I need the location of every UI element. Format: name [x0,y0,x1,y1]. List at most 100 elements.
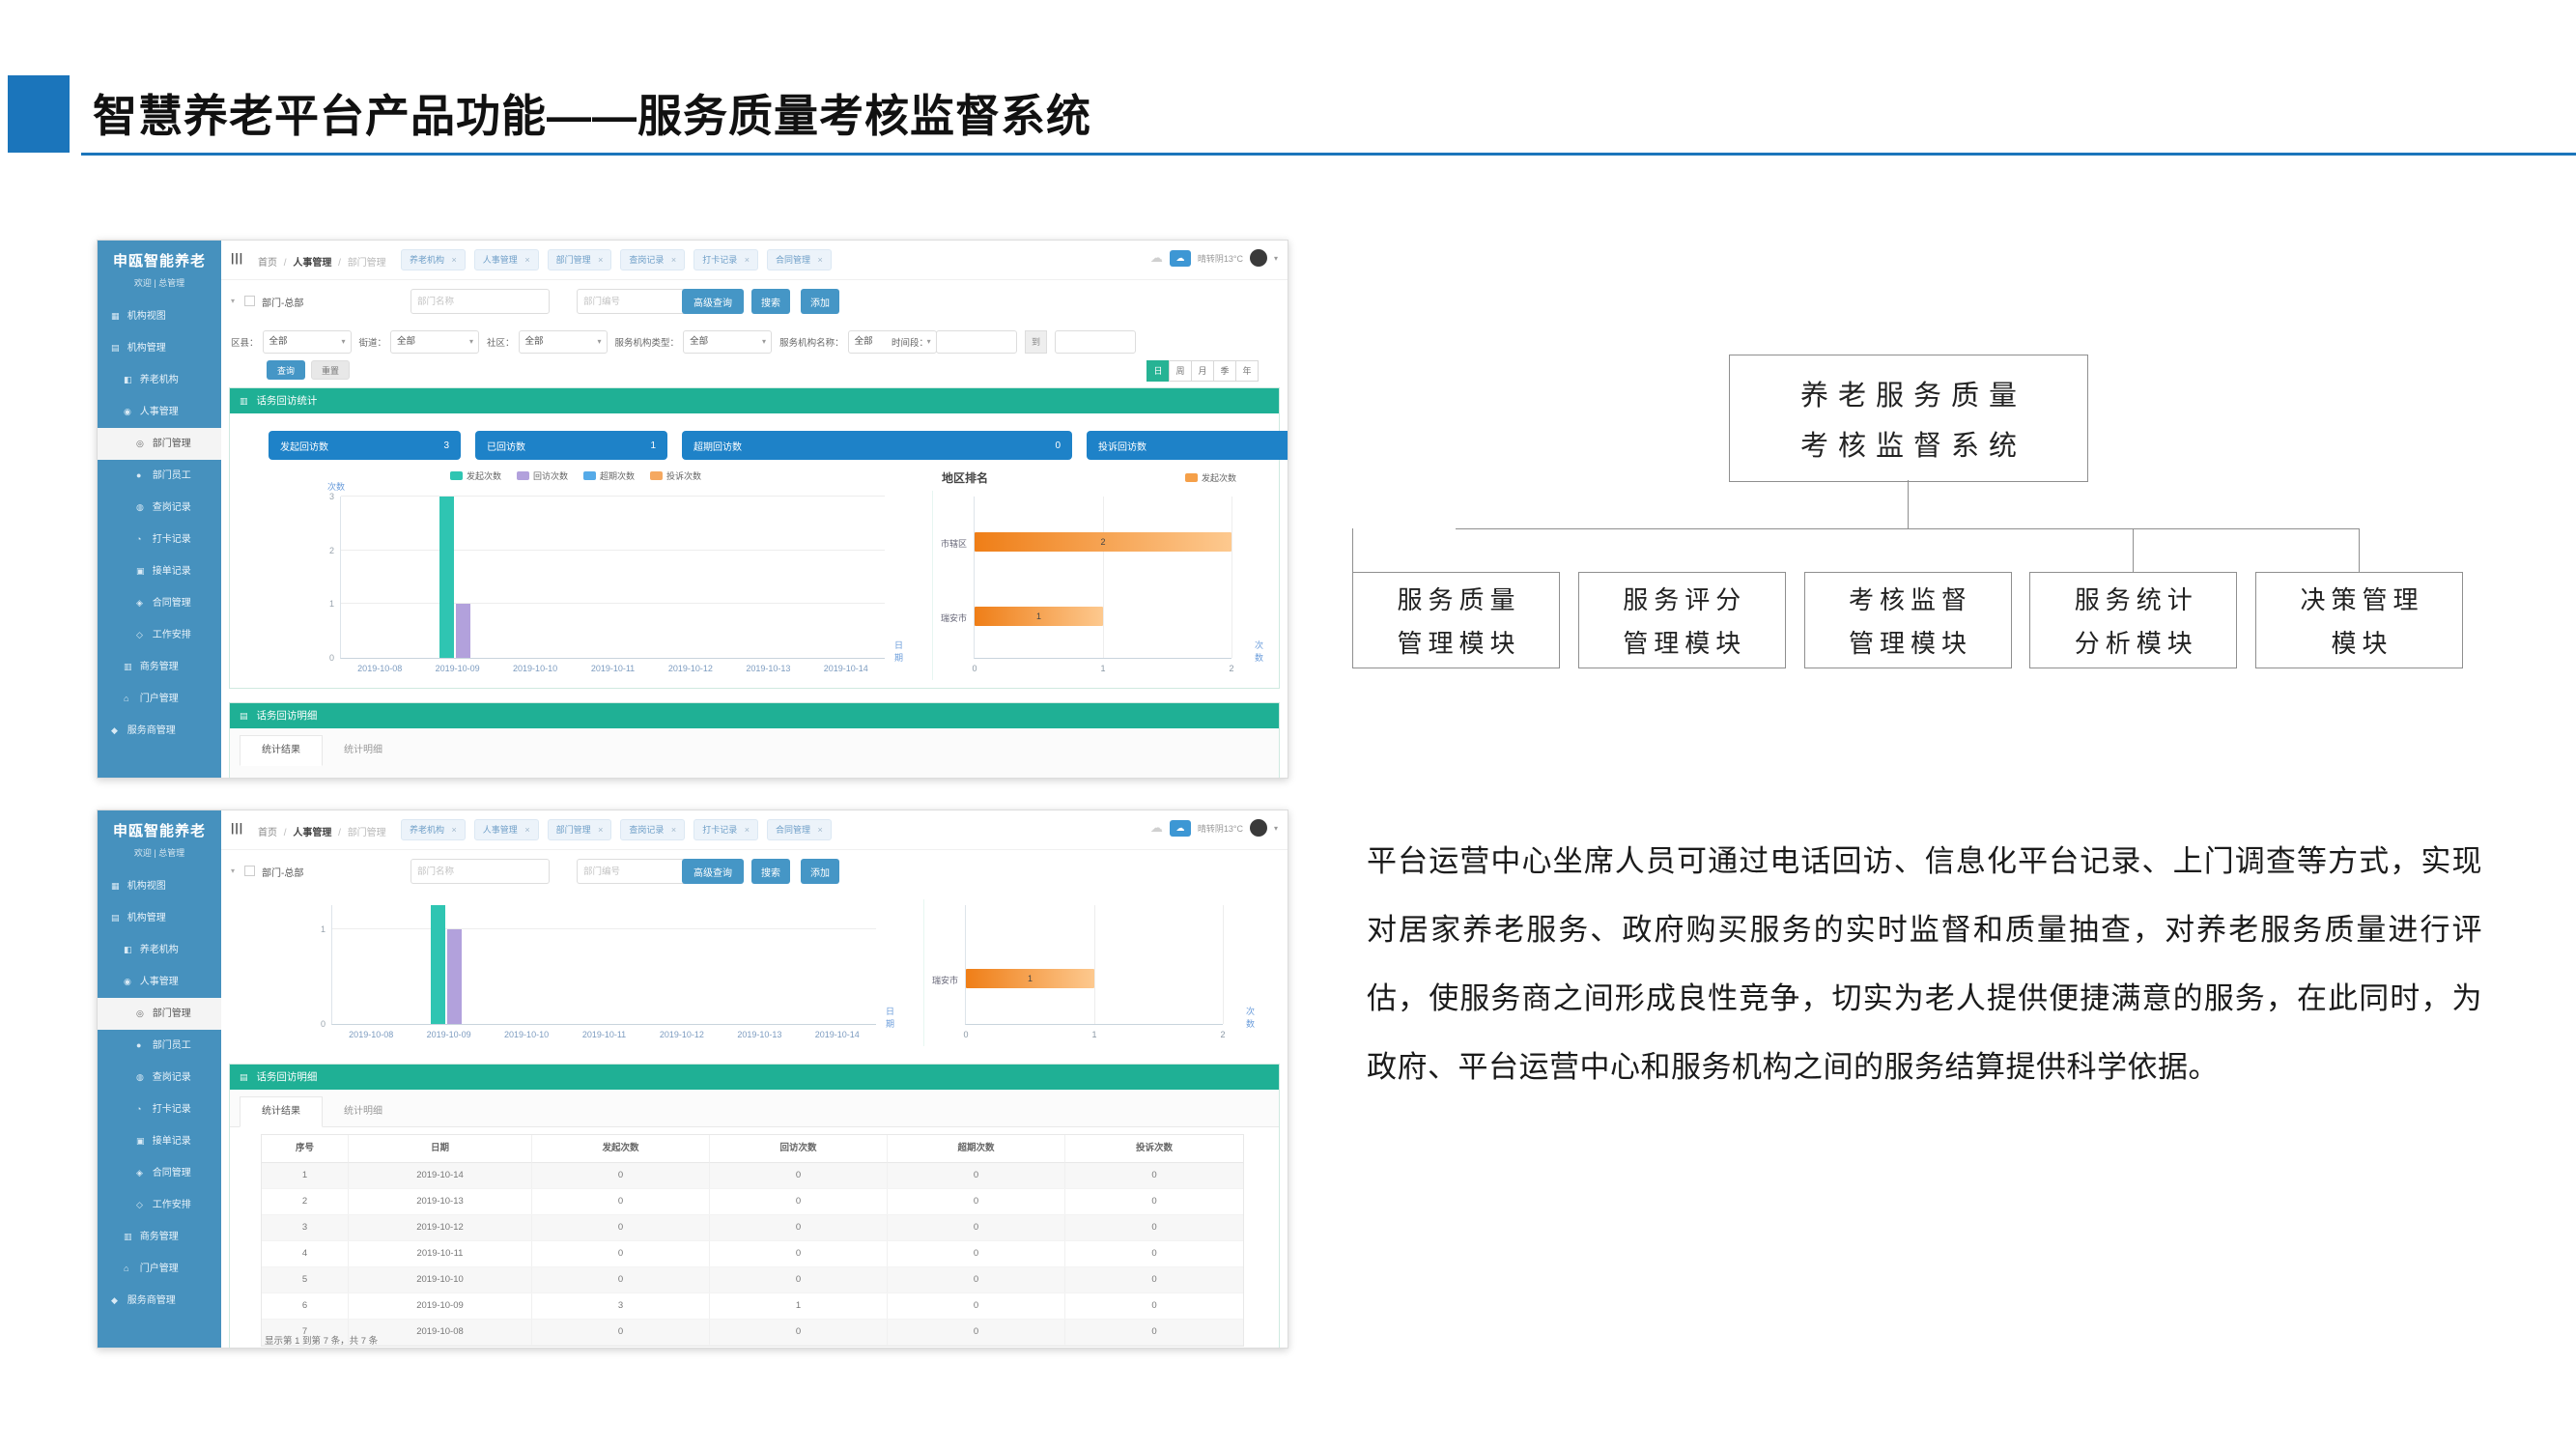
collapse-caret-icon[interactable]: ▾ [231,297,235,305]
sidebar-menu-item[interactable]: ▣ 接单记录 [98,555,221,587]
tab-chip[interactable]: 合同管理 × [767,249,832,270]
breadcrumb-home[interactable]: 首页 [258,828,277,838]
tab-chip[interactable]: 查岗记录 × [620,819,685,840]
close-icon[interactable]: × [745,255,750,265]
sidebar-menu-item[interactable]: ◇ 工作安排 [98,619,221,651]
advanced-query-button[interactable]: 高级查询 [682,859,744,884]
sidebar-menu-item[interactable]: ◈ 合同管理 [98,587,221,619]
sidebar-menu-item[interactable]: ◍ 查岗记录 [98,492,221,524]
tab-chip[interactable]: 打卡记录 × [694,249,758,270]
sidebar-menu-item[interactable]: ◎ 部门管理 [98,428,221,460]
avatar[interactable] [1250,819,1267,837]
sidebar-menu-item[interactable]: ⌂ 门户管理 [98,1253,221,1285]
period-toggle-option[interactable]: 季 [1213,360,1236,382]
table-row: 5 2019-10-10 0 0 0 0 [262,1267,1243,1293]
filter-select-box[interactable]: 全部 [683,330,772,354]
advanced-query-button[interactable]: 高级查询 [682,289,744,314]
sidebar-menu-item[interactable]: ◈ 合同管理 [98,1157,221,1189]
sidebar-menu-item[interactable]: ▦ 机构视图 [98,870,221,902]
time-end-input[interactable] [1055,330,1136,354]
sidebar-menu-item[interactable]: ● 部门员工 [98,1030,221,1062]
tab-chip[interactable]: 部门管理 × [548,249,612,270]
tab-chip[interactable]: 人事管理 × [474,819,539,840]
sidebar-toggle-icon[interactable]: ||| [231,821,243,835]
close-icon[interactable]: × [524,825,529,835]
dept-name-input[interactable] [410,289,550,314]
search-button[interactable]: 搜索 [751,859,790,884]
close-icon[interactable]: × [598,255,603,265]
sidebar-menu-item[interactable]: ◔ 打卡记录 [98,524,221,555]
period-toggle-option[interactable]: 年 [1235,360,1259,382]
detail-tab[interactable]: 统计明细 [323,1097,404,1126]
sidebar-menu-item[interactable]: ▦ 机构视图 [98,300,221,332]
query-button[interactable]: 查询 [267,360,305,380]
sidebar-menu-item[interactable]: ◔ 打卡记录 [98,1094,221,1125]
sidebar-menu-item[interactable]: ▥ 商务管理 [98,651,221,683]
sidebar-menu-item[interactable]: ▣ 接单记录 [98,1125,221,1157]
x-tick-label: 2 [1220,1030,1225,1039]
sidebar-menu-item[interactable]: ◇ 工作安排 [98,1189,221,1221]
topbar: ||| 首页 / 人事管理 / 部门管理 养老机构 × 人事管理 × [221,810,1288,850]
time-start-input[interactable] [936,330,1017,354]
department-checkbox[interactable] [244,296,255,306]
list-icon: ▤ [240,1072,248,1082]
collapse-caret-icon[interactable]: ▾ [231,867,235,875]
detail-tab[interactable]: 统计结果 [240,1096,323,1127]
close-icon[interactable]: × [671,255,676,265]
sidebar-toggle-icon[interactable]: ||| [231,251,243,265]
tab-chip[interactable]: 部门管理 × [548,819,612,840]
filter-select-box[interactable]: 全部 [390,330,479,354]
close-icon[interactable]: × [452,825,457,835]
bar-completed [447,929,462,1024]
sidebar-menu-item[interactable]: ◆ 服务商管理 [98,1285,221,1317]
sidebar-menu-item[interactable]: ▤ 机构管理 [98,902,221,934]
avatar[interactable] [1250,249,1267,267]
department-checkbox[interactable] [244,866,255,876]
search-button[interactable]: 搜索 [751,289,790,314]
filter-select-box[interactable]: 全部 [263,330,352,354]
sidebar-menu-item[interactable]: ◉ 人事管理 [98,396,221,428]
tab-chip[interactable]: 人事管理 × [474,249,539,270]
close-icon[interactable]: × [818,255,823,265]
sidebar-menu-item[interactable]: ◆ 服务商管理 [98,715,221,747]
filter-select: 服务机构类型： 全部 [615,330,773,354]
filter-select-box[interactable]: 全部 [519,330,608,354]
add-button[interactable]: 添加 [801,289,839,314]
bar-value-label: 1 [1028,974,1033,983]
sidebar-menu-item[interactable]: ◧ 养老机构 [98,934,221,966]
close-icon[interactable]: × [745,825,750,835]
detail-tab[interactable]: 统计明细 [323,736,404,765]
close-icon[interactable]: × [818,825,823,835]
breadcrumb-section[interactable]: 人事管理 [293,828,331,838]
sidebar-menu-item[interactable]: ◉ 人事管理 [98,966,221,998]
chevron-down-icon[interactable]: ▾ [1274,254,1278,263]
sidebar-menu-item[interactable]: ◧ 养老机构 [98,364,221,396]
close-icon[interactable]: × [524,255,529,265]
close-icon[interactable]: × [598,825,603,835]
tab-chip[interactable]: 养老机构 × [401,249,466,270]
tab-chip[interactable]: 合同管理 × [767,819,832,840]
sidebar-menu-item[interactable]: ⌂ 门户管理 [98,683,221,715]
period-toggle-option[interactable]: 日 [1146,360,1170,382]
detail-tab[interactable]: 统计结果 [240,735,323,766]
sidebar-menu-item[interactable]: ▥ 商务管理 [98,1221,221,1253]
close-icon[interactable]: × [452,255,457,265]
dept-name-input[interactable] [410,859,550,884]
period-toggle-option[interactable]: 周 [1169,360,1192,382]
sidebar-menu-item[interactable]: ◎ 部门管理 [98,998,221,1030]
tab-chip[interactable]: 打卡记录 × [694,819,758,840]
bar-initiated [431,905,445,1024]
add-button[interactable]: 添加 [801,859,839,884]
close-icon[interactable]: × [671,825,676,835]
period-toggle-option[interactable]: 月 [1191,360,1214,382]
tab-chip[interactable]: 养老机构 × [401,819,466,840]
breadcrumb-section[interactable]: 人事管理 [293,258,331,269]
sidebar-menu-item[interactable]: ▤ 机构管理 [98,332,221,364]
sidebar-menu-item[interactable]: ◍ 查岗记录 [98,1062,221,1094]
tab-chip[interactable]: 查岗记录 × [620,249,685,270]
reset-button[interactable]: 重置 [311,360,350,380]
chevron-down-icon[interactable]: ▾ [1274,824,1278,833]
breadcrumb-home[interactable]: 首页 [258,258,277,269]
sidebar-menu-item[interactable]: ● 部门员工 [98,460,221,492]
x-tick-label: 1 [1091,1030,1096,1039]
